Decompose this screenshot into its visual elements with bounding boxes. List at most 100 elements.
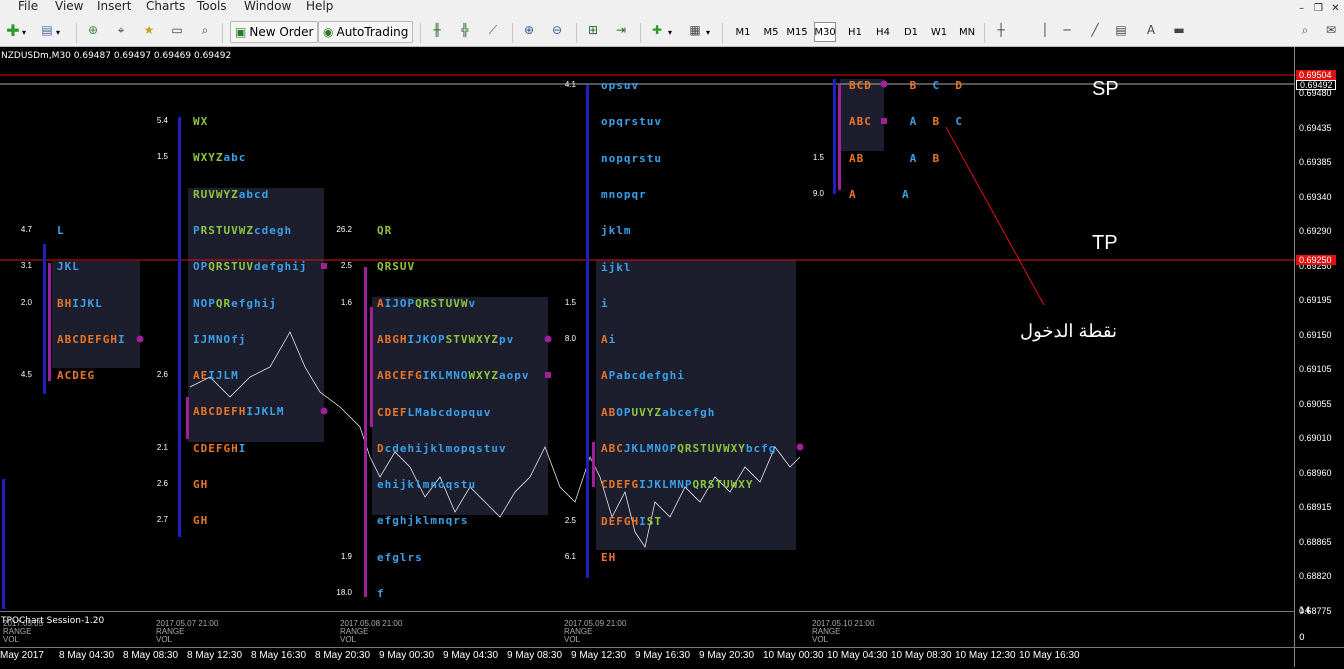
timeframe-h4-button[interactable]: H4	[872, 22, 894, 42]
tpo-letter	[925, 152, 933, 165]
tpo-count: 4.5	[20, 370, 32, 380]
market-watch-icon[interactable]: ⊕	[84, 22, 102, 38]
tpo-row: ABCDEFGHI	[57, 333, 126, 346]
timeframe-h1-button[interactable]: H1	[844, 22, 866, 42]
search-icon[interactable]: ⌕	[1296, 22, 1314, 38]
tpo-letter: B	[849, 79, 857, 92]
indicators-icon[interactable]: ✚	[648, 22, 666, 38]
tpo-letter: M	[208, 332, 216, 346]
autotrading-button[interactable]: ◉ AutoTrading	[318, 21, 414, 43]
time-axis-label: 10 May 12:30	[955, 650, 1016, 661]
menu-insert[interactable]: Insert	[97, 0, 131, 13]
menu-charts[interactable]: Charts	[146, 0, 185, 13]
tpo-letter: L	[662, 478, 670, 492]
bar-chart-icon[interactable]: ╫	[428, 22, 446, 38]
dropdown-arrow-icon[interactable]: ▾	[22, 22, 26, 42]
tpo-letter: Y	[208, 151, 216, 165]
tpo-letter: v	[468, 296, 477, 310]
tpo-letter: o	[453, 405, 461, 419]
timeframe-m1-button[interactable]: M1	[732, 22, 754, 42]
tpo-letter: q	[468, 405, 477, 419]
tpo-letter: r	[453, 514, 461, 528]
tpo-letter: b	[745, 442, 754, 455]
auto-scroll-icon[interactable]: ⇥	[612, 22, 630, 38]
price-axis-label: 0.68960	[1299, 467, 1332, 478]
tile-windows-icon[interactable]: ⊞	[584, 22, 602, 38]
menu-tools[interactable]: Tools	[197, 0, 227, 13]
tpo-letter	[940, 115, 948, 128]
tpo-letter: O	[616, 405, 624, 419]
horizontal-line-icon[interactable]: ─	[1058, 22, 1076, 38]
menu-file[interactable]: File	[18, 0, 38, 13]
menu-help[interactable]: Help	[306, 0, 333, 13]
templates-icon[interactable]: ▦	[686, 22, 704, 38]
timeframe-m5-button[interactable]: M5	[760, 22, 782, 42]
timeframe-mn-button[interactable]: MN	[956, 22, 978, 42]
tpo-letter: h	[284, 223, 293, 237]
timeframe-d1-button[interactable]: D1	[900, 22, 922, 42]
tpo-letter: e	[231, 296, 239, 310]
tpo-letter: o	[453, 441, 461, 455]
tpo-row: jklm	[601, 224, 632, 237]
chat-icon[interactable]: ✉	[1322, 22, 1340, 38]
tpo-letter: C	[208, 405, 216, 419]
menu-window[interactable]: Window	[244, 0, 291, 13]
tpo-letter: k	[430, 441, 438, 455]
timeframe-m30-button[interactable]: M30	[814, 22, 836, 42]
tpo-letter: j	[238, 332, 247, 346]
tpo-row: GH	[193, 478, 208, 491]
tpo-letter: h	[284, 260, 293, 274]
tpo-letter	[902, 79, 910, 92]
tpo-letter: I	[639, 478, 647, 492]
tpo-count: 1.5	[156, 152, 168, 162]
vertical-line-icon[interactable]: │	[1036, 22, 1054, 38]
tpo-letter: a	[223, 151, 232, 165]
zoom-in-icon[interactable]: ⊕	[520, 22, 538, 38]
subwindow-axis-bottom: 0	[1299, 633, 1305, 643]
terminal-icon[interactable]: ▭	[168, 22, 186, 38]
tpo-letter: f	[269, 260, 277, 274]
crosshair-icon[interactable]: ┼	[992, 22, 1010, 38]
line-chart-icon[interactable]: ⟋	[484, 22, 502, 38]
candlestick-icon[interactable]: ╬	[456, 22, 474, 38]
tpo-letter: M	[231, 369, 239, 383]
tpo-letter: W	[193, 115, 201, 128]
zoom-out-icon[interactable]: ⊖	[548, 22, 566, 38]
tpo-row: NOPQRefghij	[193, 297, 277, 310]
equidistant-channel-icon[interactable]: ▤	[1112, 22, 1130, 38]
navigator-icon[interactable]: ★	[140, 22, 158, 38]
trendline-icon[interactable]: ╱	[1086, 22, 1104, 38]
timeframe-m15-button[interactable]: M15	[786, 22, 808, 42]
dropdown-arrow-icon[interactable]: ▾	[668, 22, 672, 42]
tpo-letter: g	[392, 514, 400, 528]
text-label-icon[interactable]: ▬	[1170, 22, 1188, 38]
tpo-letter: J	[215, 369, 224, 383]
tpo-row: CDEFLMabcdopquv	[377, 406, 491, 419]
tpo-row: ijkl	[601, 261, 632, 274]
tpo-row: WXYZabc	[193, 151, 246, 164]
tpo-letter: G	[631, 478, 640, 492]
main-chart[interactable]: NZDUSDm,M30 0.69487 0.69497 0.69469 0.69…	[0, 47, 1295, 610]
time-axis-label: 9 May 16:30	[635, 650, 691, 661]
tpo-letter: a	[662, 405, 670, 419]
tpo-letter: e	[377, 478, 385, 492]
tpo-letter: F	[616, 514, 624, 528]
crosshair-target-icon[interactable]: ⌖	[112, 22, 130, 38]
text-tool-icon[interactable]: A	[1142, 22, 1160, 38]
menu-view[interactable]: View	[55, 0, 83, 13]
time-axis-label: 9 May 00:30	[379, 650, 435, 661]
tpo-letter: C	[932, 79, 941, 92]
tpo-row: f	[377, 587, 385, 600]
profiles-icon[interactable]: ▤	[38, 22, 56, 38]
tpo-letter: A	[601, 369, 609, 383]
strategy-tester-icon[interactable]: ⌕	[196, 22, 214, 38]
tpo-letter: f	[654, 369, 662, 383]
new-order-button[interactable]: ▣ New Order	[230, 21, 319, 43]
tpo-letter: p	[460, 441, 469, 455]
dropdown-arrow-icon[interactable]: ▾	[56, 22, 60, 42]
timeframe-w1-button[interactable]: W1	[928, 22, 950, 42]
tpo-count: 3.1	[20, 261, 32, 271]
new-chart-icon[interactable]: ✚	[4, 21, 22, 40]
profile-range-bar	[186, 397, 189, 439]
dropdown-arrow-icon[interactable]: ▾	[706, 22, 710, 42]
